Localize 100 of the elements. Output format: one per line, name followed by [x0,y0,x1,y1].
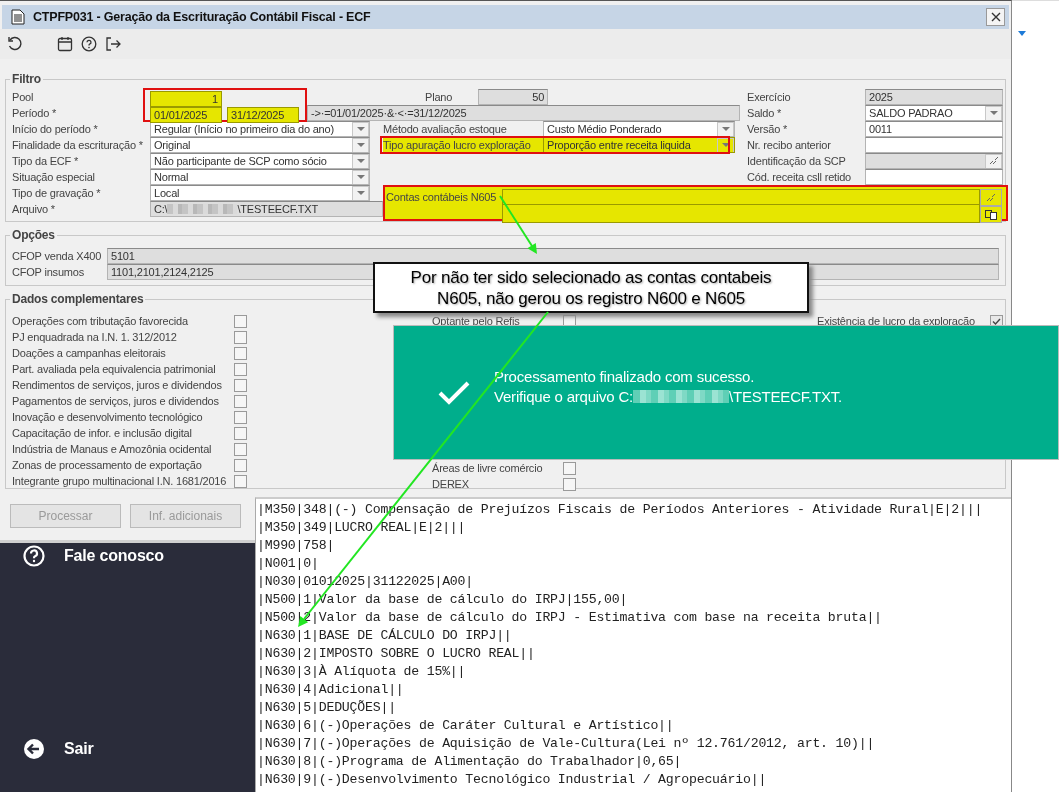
field-label: CFOP insumos [12,265,85,280]
caret-icon [352,138,369,152]
field-label: Método avaliação estoque [383,122,508,137]
field-label: Saldo * [747,106,783,121]
checkbox[interactable] [234,330,247,344]
checkbox-label: PJ enquadrada na I.N. 1. 312/2012 [12,330,178,345]
input-field[interactable]: 5101 [107,248,999,264]
expression-field: ->·=01/01/2025·&·<·=31/12/2025 [307,105,740,121]
checkbox[interactable] [234,362,247,376]
copy-button[interactable] [980,206,1002,223]
field-label: Arquivo * [12,202,56,217]
field-label: Cód. receita csll retido [747,170,853,185]
caret-icon [352,170,369,184]
calendar-icon[interactable] [57,36,73,52]
sidebar-item[interactable]: Fale conosco [64,547,164,565]
file-line: |N630|4|Adicional|| [256,681,405,699]
field-label: CFOP venda X400 [12,249,103,264]
file-line: |N630|3|À Alíquota de 15%|| [256,663,467,681]
dropdown-field[interactable]: SALDO PADRAO [865,105,1003,121]
lookup-field[interactable] [502,189,980,205]
checkbox-label: Rendimentos de serviços, juros e dividendos [12,378,223,393]
input-field[interactable]: 0011 [865,121,1003,137]
input-field[interactable] [865,137,1003,153]
list-field[interactable] [502,205,980,223]
check-icon [438,380,470,405]
checkbox-label: Operações com tributação favorecida [12,314,189,329]
dropdown-field[interactable]: Não participante de SCP como sócio [150,153,370,169]
checkbox[interactable] [234,394,247,408]
checkbox[interactable] [234,458,247,472]
exit-icon[interactable] [105,36,121,52]
checkbox-label: Pagamentos de serviços, juros e dividendos [12,394,220,409]
help-icon[interactable] [81,36,97,52]
file-line: |N630|2|IMPOSTO SOBRE O LUCRO REAL|| [256,645,536,663]
file-line: |N630|9|(-)Desenvolvimento Tecnológico Industrial / Agropecuário|| [256,771,768,789]
caret-icon [352,154,369,168]
document-icon [11,9,25,25]
dropdown-field[interactable]: Regular (Início no primeiro dia do ano) [150,121,370,137]
checkbox[interactable] [234,426,247,440]
refresh-icon[interactable] [7,36,23,52]
caret-icon [985,106,1002,120]
file-line: |N630|7|(-)Operações de Aquisição de Vale-Cultura(Lei nº 12.761/2012, art. 10)|| [256,735,876,753]
lookup-button[interactable] [980,189,1002,206]
dropdown-field[interactable]: Local [150,185,370,201]
input-field[interactable]: 1 [150,91,222,107]
file-line: |M350|349|LUCRO REAL|E|2||| [256,519,467,537]
checkbox[interactable] [563,461,576,475]
caret-icon [717,122,734,136]
group-title: Filtro [10,72,43,86]
field-label: Tipo da ECF * [12,154,80,169]
dropdown-field[interactable]: Custo Médio Ponderado [543,121,735,137]
lookup-icon [985,154,1002,168]
checkbox-label: Optante pelo Refis [432,314,521,329]
date-field[interactable]: 31/12/2025 [227,107,299,123]
checkbox[interactable] [234,474,247,488]
file-line: |N630|8|(-)Programa de Alimentação do Trabalhador|0,65| [256,753,683,771]
caret-icon [352,186,369,200]
field-label: Pool [12,90,35,105]
close-button[interactable] [986,8,1005,26]
checkbox[interactable] [234,378,247,392]
field-label: Nr. recibo anterior [747,138,832,153]
checkbox[interactable] [234,314,247,328]
field-label: Tipo de gravação * [12,186,102,201]
checkbox-label: Doações a campanhas eleitorais [12,346,167,361]
sidebar-item[interactable]: Sair [64,740,94,758]
dropdown-field[interactable]: Normal [150,169,370,185]
checkbox[interactable] [234,410,247,424]
field-label: Plano [425,90,453,105]
checkbox[interactable] [234,442,247,456]
file-line: |N630|1|BASE DE CÁLCULO DO IRPJ|| [256,627,513,645]
field-label: Identificação da SCP [747,154,847,169]
caret-icon[interactable] [1018,31,1026,36]
checkbox-label: Inovação e desenvolvimento tecnológico [12,410,204,425]
date-field[interactable]: 01/01/2025 [150,107,222,123]
checkbox-label: Zonas de processamento de exportação [12,458,203,473]
field-label: Início do período * [12,122,99,137]
checkbox-label: Indústria de Manaus e Amozônia ocidental [12,442,213,457]
field-label: Versão * [747,122,788,137]
arrow [499,195,537,254]
file-line: |N001|0| [256,555,320,573]
checkbox-label: Integrante grupo multinacional I.N. 1681/2016 [12,474,228,489]
toast-message: Processamento finalizado com sucesso. Verifique o arquivo C: \TESTEECF.TXT. [494,366,843,407]
checkbox[interactable] [563,477,576,491]
input-field[interactable] [865,169,1003,185]
file-line: |N630|6|(-)Operações de Caráter Cultural e Artístico|| [256,717,675,735]
checkbox-label: DEREX [432,477,470,492]
field-label: Contas contábeis N605 [386,190,498,205]
copy-icon [985,209,997,220]
checkbox[interactable] [234,346,247,360]
file-line: |N630|5|DEDUÇÕES|| [256,699,397,717]
file-line: |M990|758| [256,537,336,555]
checkbox-label: Áreas de livre comércio [432,461,544,476]
lookup-icon [986,193,996,202]
checkbox-label: Existência de lucro da exploração [817,314,976,329]
group-title: Opções [10,228,57,242]
close-icon [990,12,1001,22]
window-title: CTPFP031 - Geração da Escrituração Contábil Fiscal - ECF [33,10,372,24]
field-label: Finalidade da escrituração * [12,138,144,153]
field-label: Exercício [747,90,792,105]
field-label: Período * [12,106,58,121]
dropdown-field[interactable]: Original [150,137,370,153]
